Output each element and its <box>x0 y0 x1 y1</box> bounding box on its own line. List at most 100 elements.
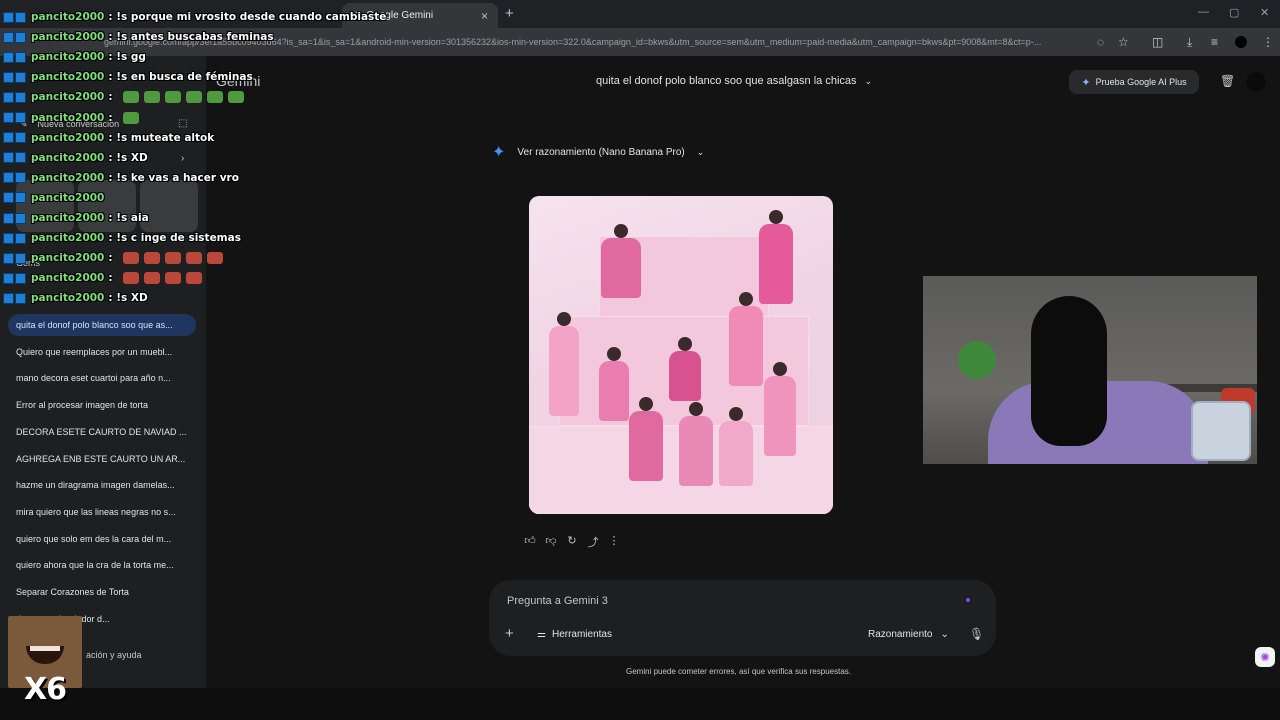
upgrade-button[interactable]: ✦ Prueba Google AI Plus <box>1069 70 1199 94</box>
chat-message: pancito2000: <box>3 109 144 127</box>
prompt-input[interactable] <box>505 592 945 610</box>
frog-emote-icon <box>185 91 202 104</box>
close-tab-icon[interactable]: × <box>481 9 488 23</box>
chat-message: pancito2000: !s gg <box>3 48 146 66</box>
chat-username: pancito2000 <box>31 272 105 285</box>
chat-username: pancito2000 <box>31 131 105 144</box>
chat-badge-icon <box>3 272 27 284</box>
recent-chat-item[interactable]: hazme un diragrama imagen damelas... <box>8 474 196 496</box>
gem-thumbnail[interactable] <box>140 180 198 232</box>
chat-message: pancito2000: !s XD <box>3 149 148 167</box>
image-figure <box>679 402 713 486</box>
meme-multiplier: X6 <box>24 672 67 707</box>
chat-text: : !s XD <box>108 151 148 164</box>
chat-username: pancito2000 <box>31 151 105 164</box>
conversation-title-text: quita el donof polo blanco soo que asalg… <box>596 75 857 87</box>
recent-chat-item[interactable]: DECORA ESETE CAURTO DE NAVIAD ... <box>8 421 196 443</box>
generated-image[interactable] <box>529 196 833 514</box>
chat-message: pancito2000 <box>3 189 108 207</box>
chat-emotes <box>122 272 207 285</box>
share-icon[interactable]: ⤴ <box>587 534 599 550</box>
settings-help-link[interactable]: ación y ayuda <box>86 650 142 660</box>
recent-chat-item[interactable]: Error al procesar imagen de torta <box>8 394 196 416</box>
chevron-down-icon: ⌄ <box>940 629 949 640</box>
chat-username: pancito2000 <box>31 252 105 265</box>
image-figure <box>601 224 641 298</box>
conversation-title[interactable]: quita el donof polo blanco soo que asalg… <box>596 75 872 87</box>
temporary-chat-icon[interactable]: ⬚ <box>178 118 187 129</box>
chat-message: pancito2000: !s muteate altok <box>3 129 214 147</box>
extensions-icon[interactable]: ◫ <box>1152 35 1163 49</box>
chat-text: : !s gg <box>108 51 146 64</box>
bottom-bar <box>0 688 1280 720</box>
chat-text: : <box>108 111 113 124</box>
eye-off-icon[interactable]: ◌ <box>1097 35 1104 49</box>
image-figure <box>599 347 629 421</box>
face-emote-icon <box>143 252 160 265</box>
face-emote-icon <box>185 272 202 285</box>
chat-username: pancito2000 <box>31 91 105 104</box>
bookmark-star-icon[interactable]: ☆ <box>1118 35 1129 49</box>
recent-chat-item[interactable]: Quiero que reemplaces por un muebl... <box>8 341 196 363</box>
tools-button[interactable]: ⚌ Herramientas <box>537 629 612 640</box>
menu-icon[interactable]: ⋮ <box>1262 35 1274 49</box>
profile-icon[interactable] <box>1235 36 1247 48</box>
recent-chat-item[interactable]: quita el donof polo blanco soo que as... <box>8 314 196 336</box>
chat-message: pancito2000: <box>3 249 228 267</box>
chat-emotes <box>122 91 249 104</box>
chat-badge-icon <box>3 192 27 204</box>
frog-emote-icon <box>227 91 244 104</box>
recent-chat-item[interactable]: Separar Corazones de Torta <box>8 581 196 603</box>
recent-chat-item[interactable]: AGHREGA ENB ESTE CAURTO UN AR... <box>8 448 196 470</box>
chat-text: : !s en busca de féminas <box>108 71 253 84</box>
chat-badge-icon <box>3 71 27 83</box>
frog-emote-icon <box>122 111 139 124</box>
chat-username: pancito2000 <box>31 51 105 64</box>
thumbs-up-icon[interactable]: 👍︎ <box>524 534 536 550</box>
image-figure <box>759 210 793 304</box>
chat-username: pancito2000 <box>31 31 105 44</box>
chat-message: pancito2000: !s XD <box>3 289 148 307</box>
upgrade-label: Prueba Google AI Plus <box>1095 77 1187 87</box>
recent-chat-item[interactable]: quiero ahora que la cra de la torta me..… <box>8 554 196 576</box>
chevron-right-icon[interactable]: › <box>181 153 184 164</box>
image-figure <box>764 362 796 456</box>
sparkle-widget-icon[interactable]: ✺ <box>1255 647 1275 667</box>
new-tab-icon[interactable]: + <box>505 5 514 22</box>
thumbs-down-icon[interactable]: 👎︎ <box>545 534 557 550</box>
webcam-masked-head <box>1031 296 1107 446</box>
chat-badge-icon <box>3 252 27 264</box>
chat-username: pancito2000 <box>31 71 105 84</box>
regenerate-icon[interactable]: ↻ <box>566 534 578 550</box>
maximize-icon[interactable]: ▢ <box>1229 6 1239 19</box>
avatar[interactable] <box>1246 72 1266 92</box>
chat-badge-icon <box>3 31 27 43</box>
recent-chat-item[interactable]: mira quiero que las lineas negras no s..… <box>8 501 196 523</box>
media-icon[interactable]: ≡ <box>1211 35 1218 49</box>
chat-badge-icon <box>3 232 27 244</box>
close-window-icon[interactable]: ✕ <box>1260 6 1269 19</box>
minimize-icon[interactable]: — <box>1198 6 1209 18</box>
mode-selector[interactable]: Razonamiento ⌄ <box>868 629 949 640</box>
chat-message: pancito2000: !s aia <box>3 209 149 227</box>
chat-username: pancito2000 <box>31 212 105 224</box>
microphone-icon[interactable]: 🎙︎ <box>969 627 984 641</box>
chat-badge-icon <box>3 172 27 184</box>
more-options-icon[interactable]: ⋮ <box>608 534 620 550</box>
chat-username: pancito2000 <box>31 11 105 23</box>
frog-emote-icon <box>122 91 139 104</box>
recent-chat-item[interactable]: quiero que solo em des la cara del m... <box>8 528 196 550</box>
sparkle-icon: ✦ <box>1081 76 1091 89</box>
recent-chat-item[interactable]: mano decora eset cuartoi para año n... <box>8 367 196 389</box>
face-emote-icon <box>206 252 223 265</box>
image-figure <box>629 397 663 481</box>
download-icon[interactable]: ⤓ <box>1187 35 1192 50</box>
face-emote-icon <box>164 272 181 285</box>
tools-label: Herramientas <box>551 629 612 640</box>
frog-emote-icon <box>164 91 181 104</box>
trash-icon[interactable]: 🗑 <box>1220 74 1235 88</box>
reasoning-toggle[interactable]: ✦ Ver razonamiento (Nano Banana Pro) ⌄ <box>492 142 704 162</box>
chat-text: : !s c inge de sistemas <box>108 232 241 245</box>
add-attachment-icon[interactable]: + <box>505 625 514 642</box>
chat-message: pancito2000: !s porque mi vrosito desde … <box>3 8 386 26</box>
